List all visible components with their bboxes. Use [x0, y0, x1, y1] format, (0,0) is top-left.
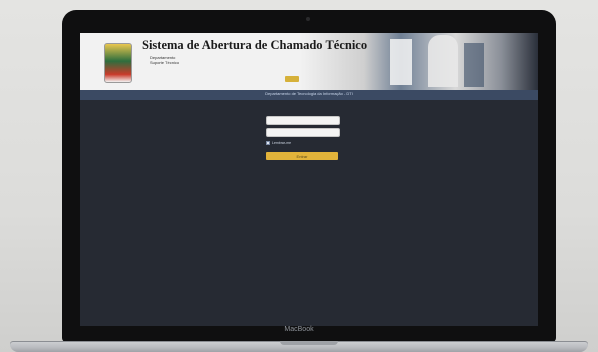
webcam: [306, 17, 310, 21]
username-input[interactable]: [266, 116, 340, 125]
opening-notch: [280, 341, 338, 345]
laptop-brand: MacBook: [284, 326, 314, 333]
laptop-screen: Sistema de Abertura de Chamado Técnico D…: [80, 33, 538, 326]
department-line: Suporte Técnico: [150, 60, 180, 65]
remember-label: Lembrar-me: [272, 141, 292, 145]
laptop-lid: Sistema de Abertura de Chamado Técnico D…: [62, 10, 556, 342]
subheader-bar: Departamento de Tecnologia da Informação…: [80, 90, 538, 100]
header-photo: [428, 35, 458, 87]
header-photo: [390, 39, 412, 85]
header-photo: [464, 43, 484, 87]
login-button[interactable]: Entrar: [266, 152, 338, 160]
department-text: Departamento Suporte Técnico: [150, 55, 179, 65]
remember-checkbox[interactable]: [266, 141, 270, 145]
page-title: Sistema de Abertura de Chamado Técnico: [142, 38, 368, 52]
institution-logo: [104, 43, 132, 83]
site-header: Sistema de Abertura de Chamado Técnico D…: [80, 33, 538, 90]
login-form: Lembrar-me Entrar: [266, 116, 342, 160]
status-badge: [285, 76, 299, 82]
password-input[interactable]: [266, 128, 340, 137]
laptop-base: [10, 341, 588, 352]
subheader-text: Departamento de Tecnologia da Informação…: [265, 91, 353, 96]
remember-me[interactable]: Lembrar-me: [266, 140, 342, 146]
